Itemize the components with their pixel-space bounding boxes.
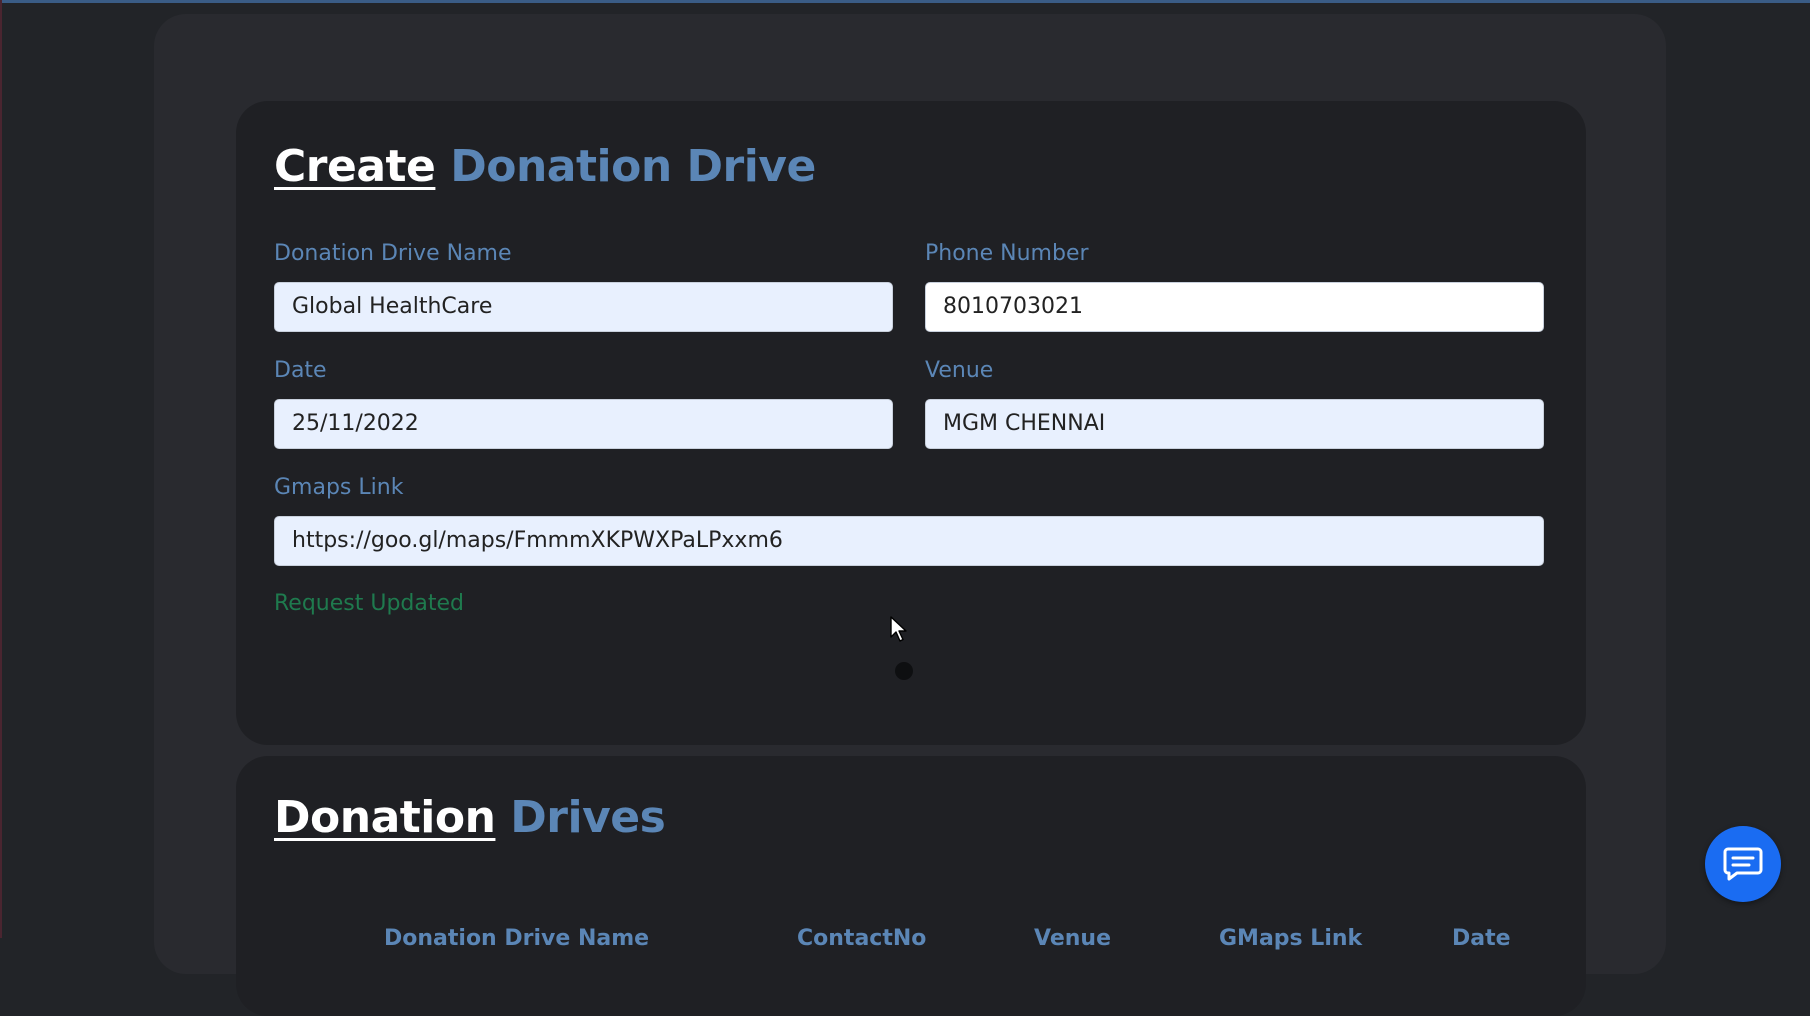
create-title-rest: Donation Drive — [450, 141, 816, 192]
date-label: Date — [274, 358, 327, 383]
window-edge — [0, 0, 2, 938]
column-header-date: Date — [1452, 926, 1511, 951]
drives-title-word: Donation — [274, 792, 496, 843]
venue-label: Venue — [925, 358, 994, 383]
column-header-venue: Venue — [1034, 926, 1111, 951]
drives-title: Donation Drives — [274, 792, 666, 843]
create-title: Create Donation Drive — [274, 141, 816, 192]
status-message: Request Updated — [274, 591, 464, 616]
drive-name-label: Donation Drive Name — [274, 241, 512, 266]
column-header-gmaps: GMaps Link — [1219, 926, 1363, 951]
drives-title-rest: Drives — [510, 792, 666, 843]
mouse-cursor-icon — [890, 616, 907, 642]
date-input[interactable]: 25/11/2022 — [274, 399, 893, 449]
column-header-name: Donation Drive Name — [384, 926, 650, 951]
drive-name-input[interactable]: Global HealthCare — [274, 282, 893, 332]
phone-input[interactable]: 8010703021 — [925, 282, 1544, 332]
column-header-contact: ContactNo — [797, 926, 927, 951]
create-title-word: Create — [274, 141, 436, 192]
chat-button[interactable] — [1705, 826, 1781, 902]
phone-label: Phone Number — [925, 241, 1089, 266]
chat-icon — [1723, 847, 1763, 881]
venue-input[interactable]: MGM CHENNAI — [925, 399, 1544, 449]
drives-list-card: Donation Drives Donation Drive Name Cont… — [236, 756, 1586, 1016]
top-accent-bar — [0, 0, 1810, 3]
create-drive-card: Create Donation Drive Donation Drive Nam… — [236, 101, 1586, 745]
gmaps-input[interactable]: https://goo.gl/maps/FmmmXKPWXPaLPxxm6 — [274, 516, 1544, 566]
gmaps-label: Gmaps Link — [274, 475, 404, 500]
loading-indicator — [895, 662, 913, 680]
